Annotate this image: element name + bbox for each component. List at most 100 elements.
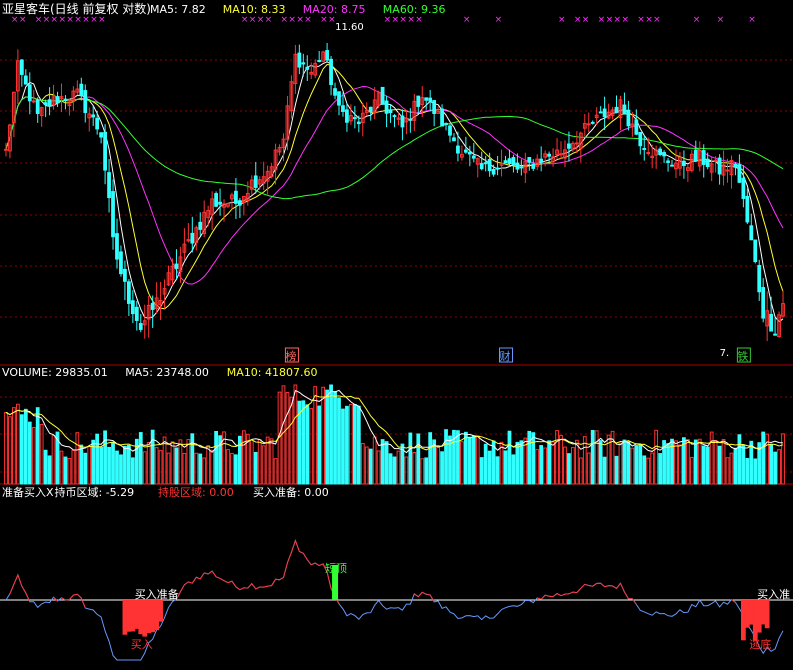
indicator-positive-segment <box>180 585 184 592</box>
volume-bar <box>587 453 590 484</box>
volume-bar <box>635 446 638 484</box>
candle-body <box>36 100 39 114</box>
volume-bar <box>381 440 384 484</box>
indicator-positive-segment <box>581 584 585 588</box>
candle-body <box>718 158 721 174</box>
volume-bar <box>484 444 487 484</box>
indicator-positive-segment <box>232 581 236 587</box>
candle-body <box>694 150 697 161</box>
volume-bar <box>139 433 142 484</box>
volume-bar <box>314 387 317 484</box>
candle-body <box>472 156 475 158</box>
indicator-positive-segment <box>204 573 208 574</box>
indicator-positive-segment <box>585 584 589 585</box>
volume-bar <box>393 457 396 484</box>
candle-body <box>20 60 23 74</box>
volume-bar <box>540 446 543 484</box>
indicator-buy-bar <box>158 600 163 622</box>
volume-bar <box>48 456 51 484</box>
candle-body <box>758 265 761 291</box>
indicator-positive-segment <box>192 577 196 583</box>
volume-bar <box>437 447 440 484</box>
candle-body <box>429 98 432 101</box>
volume-bar <box>694 440 697 484</box>
volume-bar <box>679 445 682 484</box>
indicator-positive-segment <box>264 586 268 587</box>
stock-title: 亚星客车(日线 前复权 对数) <box>2 1 151 16</box>
event-badge-2: 铁 <box>737 350 748 363</box>
volume-bar <box>655 430 658 484</box>
volume-bar <box>5 413 8 484</box>
volume-bar <box>730 453 733 484</box>
candle-body <box>568 144 571 148</box>
candle-body <box>540 159 543 162</box>
volume-bar <box>445 430 448 484</box>
volume-bar <box>191 434 194 484</box>
volume-bar <box>429 433 432 484</box>
candle-body <box>663 153 666 156</box>
candle-body <box>464 150 467 152</box>
volume-bar <box>627 442 630 484</box>
indicator-label-2: 买入准 <box>757 588 790 601</box>
indicator-positive-segment <box>272 579 276 585</box>
candle-body <box>5 149 8 150</box>
volume-bar <box>231 453 234 484</box>
candle-body <box>80 84 83 95</box>
candle-body <box>742 178 745 198</box>
volume-bar <box>322 387 325 484</box>
volume-bar <box>726 458 729 484</box>
candle-body <box>28 85 31 101</box>
candle-body <box>770 314 773 331</box>
signal-cross: × <box>98 15 106 25</box>
signal-cross: × <box>653 15 661 25</box>
candle-body <box>219 202 222 204</box>
candle-body <box>671 165 674 166</box>
signal-cross: × <box>717 15 725 25</box>
signal-cross: × <box>574 15 582 25</box>
volume-bar <box>702 446 705 484</box>
volume-bar <box>690 457 693 484</box>
volume-bar <box>211 450 214 484</box>
candle-body <box>734 164 737 167</box>
volume-bar <box>36 408 39 484</box>
candle-body <box>484 163 487 164</box>
volume-bar <box>242 431 245 484</box>
volume-bar <box>342 409 345 484</box>
candle-body <box>643 149 646 150</box>
volume-bar <box>623 440 626 484</box>
indicator-legend-3: 买入准备: 0.00 <box>253 485 329 499</box>
indicator-positive-segment <box>276 579 280 580</box>
candle-body <box>508 159 511 164</box>
signal-cross: × <box>288 15 296 25</box>
volume-bar <box>286 393 289 484</box>
volume-bar <box>72 450 75 484</box>
candle-body <box>112 192 115 237</box>
volume-bar <box>207 446 210 484</box>
candle-body <box>492 170 495 175</box>
volume-bar <box>698 439 701 484</box>
indicator-positive-segment <box>280 577 284 579</box>
candle-body <box>738 165 741 183</box>
volume-bar <box>718 446 721 484</box>
volume-bar <box>338 398 341 484</box>
volume-bar <box>532 433 535 484</box>
indicator-positive-segment <box>196 577 200 579</box>
indicator-positive-segment <box>10 584 14 594</box>
volume-bar <box>405 457 408 484</box>
candle-body <box>116 234 119 259</box>
volume-bar <box>686 440 689 484</box>
volume-bar <box>421 459 424 484</box>
candle-body <box>441 109 444 126</box>
volume-bar <box>568 454 571 484</box>
volume-bar <box>96 434 99 484</box>
volume-bar <box>528 431 531 484</box>
candle-body <box>385 101 388 113</box>
volume-bar <box>397 451 400 484</box>
candle-body <box>762 288 765 319</box>
indicator-positive-segment <box>184 582 188 585</box>
candle-body <box>48 100 51 106</box>
volume-bar <box>738 435 741 484</box>
indicator-positive-segment <box>620 583 624 592</box>
volume-bar <box>603 457 606 484</box>
volume-bar <box>175 448 178 484</box>
